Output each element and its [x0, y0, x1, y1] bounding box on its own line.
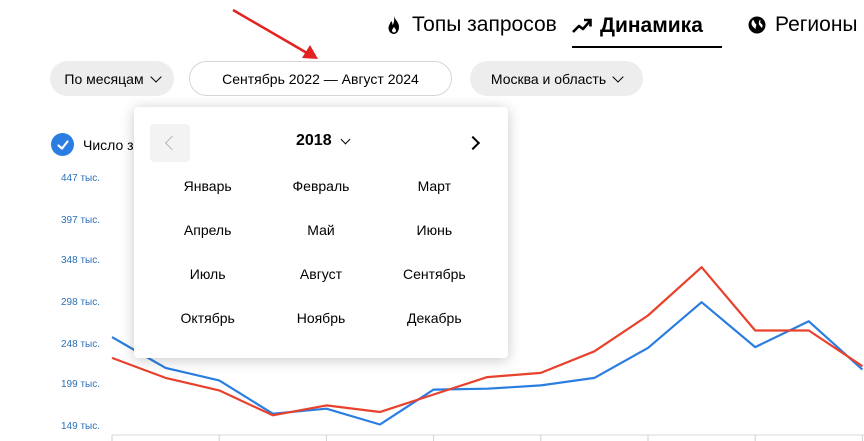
chevron-left-icon — [164, 135, 180, 151]
year-select[interactable]: 2018 — [296, 132, 351, 150]
month-option[interactable]: Февраль — [264, 164, 377, 208]
globe-icon — [747, 15, 767, 35]
trend-up-icon — [572, 16, 592, 36]
checkmark-icon — [56, 139, 69, 150]
month-picker-popup: 2018 Январь Февраль Март Апрель Май Июнь Июль А… — [134, 107, 508, 358]
month-grid: Январь Февраль Март Апрель Май Июнь Июль Август… — [151, 164, 491, 340]
month-option[interactable]: Июль — [151, 252, 264, 296]
tab-top-queries[interactable]: Топы запросов — [384, 10, 557, 40]
chevron-down-icon — [340, 134, 351, 144]
annotation-arrow — [232, 8, 318, 59]
y-tick-label: 348 тыс. — [61, 255, 101, 267]
period-mode-select[interactable]: По месяцам — [50, 61, 174, 96]
series-checkbox[interactable] — [51, 133, 74, 156]
month-option[interactable]: Май — [264, 208, 377, 252]
month-option[interactable]: Ноябрь — [264, 296, 377, 340]
chevron-right-icon — [465, 135, 481, 151]
month-option[interactable]: Март — [378, 164, 491, 208]
tab-top-queries-label: Топы запросов — [412, 13, 557, 36]
month-option[interactable]: Январь — [151, 164, 264, 208]
y-tick-label: 199 тыс. — [61, 379, 101, 391]
chevron-down-icon — [149, 70, 162, 83]
y-tick-label: 397 тыс. — [61, 214, 101, 226]
year-label: 2018 — [296, 132, 332, 149]
tab-dynamics-label: Динамика — [600, 14, 703, 37]
y-tick-label: 447 тыс. — [61, 173, 101, 184]
next-year-button[interactable] — [457, 124, 493, 162]
date-range-select[interactable]: Сентябрь 2022 — Август 2024 — [189, 61, 452, 96]
period-mode-label: По месяцам — [64, 70, 144, 87]
chevron-down-icon — [612, 70, 624, 83]
y-tick-label: 298 тыс. — [61, 297, 101, 308]
region-label: Москва и область — [490, 70, 607, 87]
tab-regions-label: Регионы — [775, 13, 858, 36]
month-option[interactable]: Сентябрь — [378, 252, 491, 296]
month-option[interactable]: Апрель — [151, 208, 264, 252]
prev-year-button[interactable] — [150, 124, 190, 162]
tab-dynamics[interactable]: Динамика — [572, 10, 722, 48]
month-option[interactable]: Октябрь — [151, 296, 264, 340]
month-option[interactable]: Декабрь — [378, 296, 491, 340]
y-tick-label: 149 тыс. — [61, 421, 101, 432]
tab-regions[interactable]: Регионы — [747, 10, 858, 40]
date-range-label: Сентябрь 2022 — Август 2024 — [222, 70, 419, 87]
y-tick-label: 248 тыс. — [61, 338, 101, 350]
series-legend-label: Число за — [83, 137, 142, 153]
x-axis — [111, 434, 864, 441]
month-option[interactable]: Август — [264, 252, 377, 296]
region-select[interactable]: Москва и область — [470, 61, 643, 96]
month-option[interactable]: Июнь — [378, 208, 491, 252]
fire-icon — [384, 15, 404, 35]
